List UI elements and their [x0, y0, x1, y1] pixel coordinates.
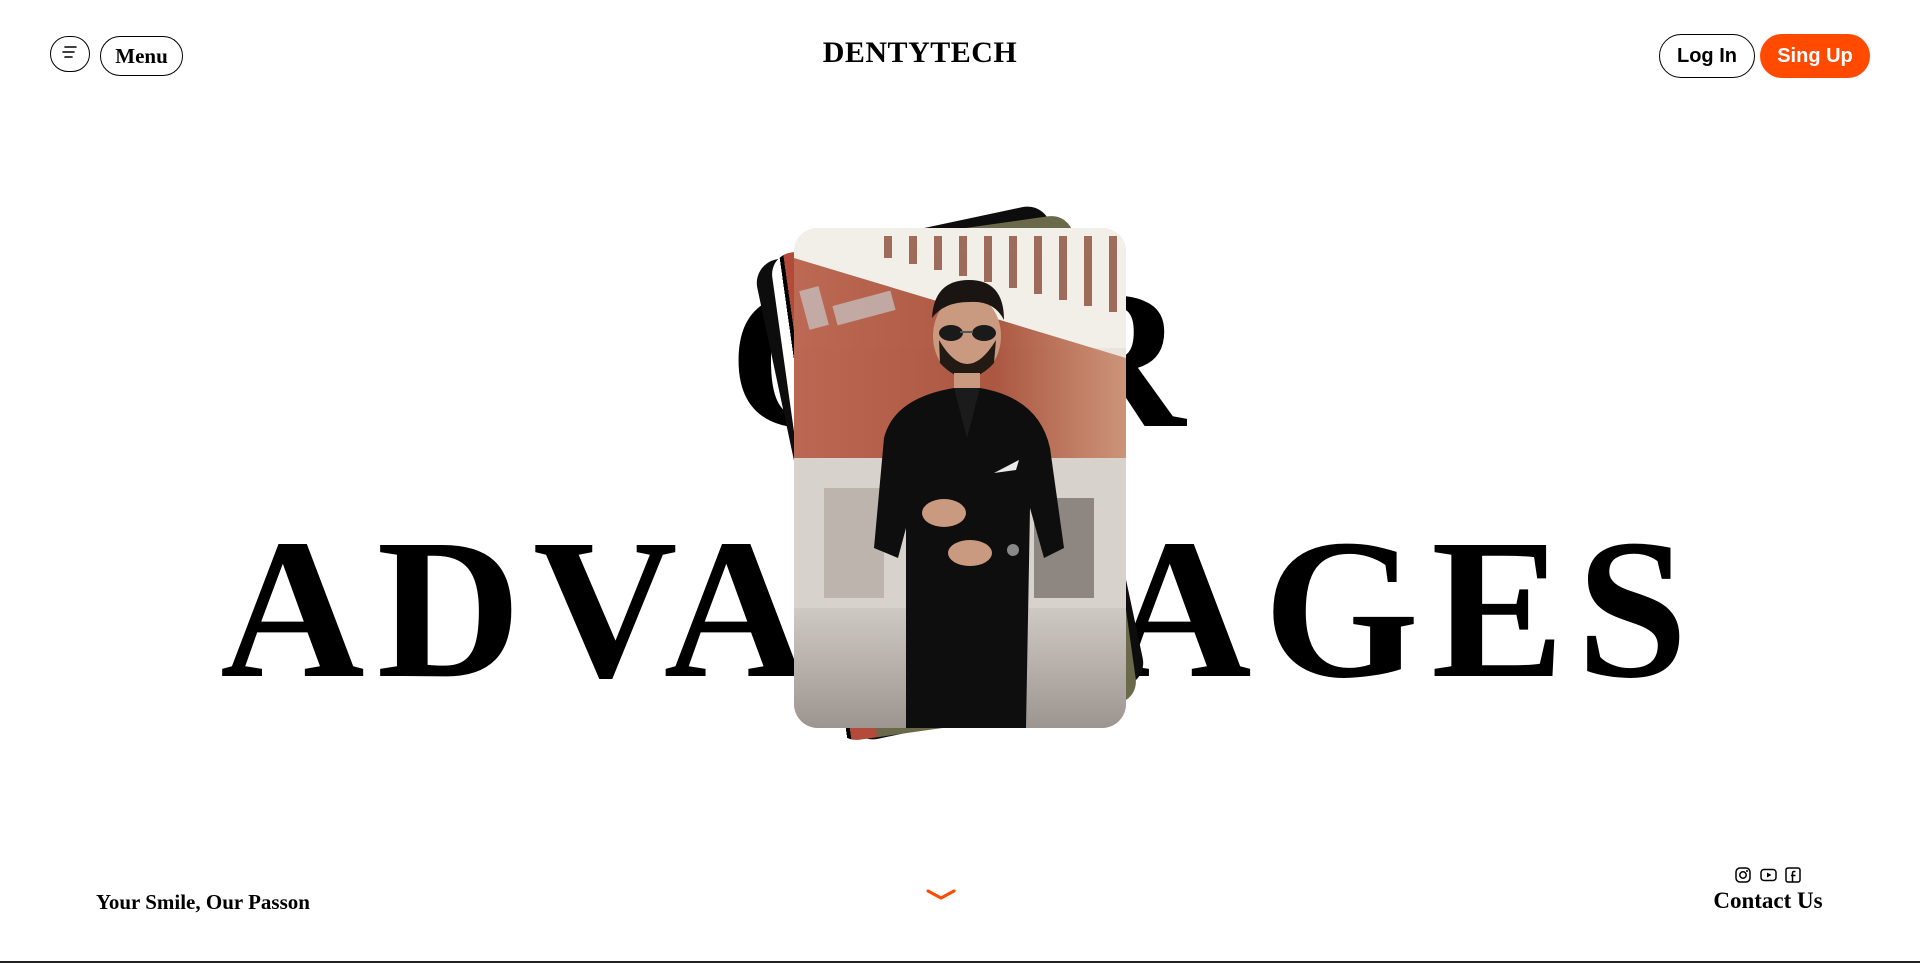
signup-button[interactable]: Sing Up — [1760, 34, 1870, 78]
login-button[interactable]: Log In — [1659, 34, 1755, 78]
hero-photo-card — [794, 228, 1126, 728]
hamburger-icon — [62, 45, 78, 64]
tagline: Your Smile, Our Passon — [96, 890, 310, 914]
man-in-suit-photo — [794, 228, 1126, 728]
menu-button[interactable]: Menu — [100, 36, 183, 76]
social-links — [1733, 865, 1803, 885]
site-footer: Your Smile, Our Passon Contact Us — [0, 850, 1920, 963]
chevron-down-icon — [926, 889, 956, 900]
site-header: Menu DENTYTECH Log In Sing Up — [0, 0, 1920, 110]
scroll-down-button[interactable] — [925, 884, 957, 904]
photo-card-stack — [752, 202, 1148, 744]
instagram-icon[interactable] — [1734, 866, 1752, 884]
hamburger-button[interactable] — [50, 36, 90, 72]
youtube-icon[interactable] — [1759, 866, 1777, 884]
contact-us-link[interactable]: Contact Us — [1700, 888, 1836, 914]
brand-logo[interactable]: DENTYTECH — [760, 36, 1080, 70]
facebook-icon[interactable] — [1784, 866, 1802, 884]
